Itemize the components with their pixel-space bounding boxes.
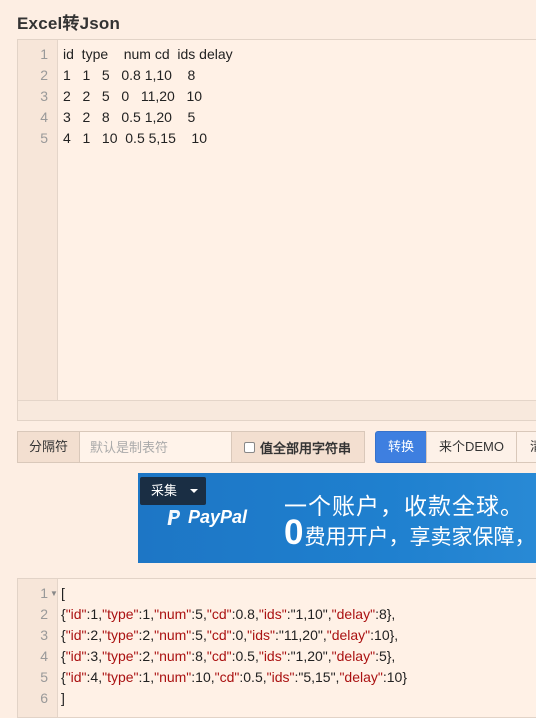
ad-collect-label: 采集: [151, 483, 178, 498]
caret-down-icon: [190, 489, 198, 493]
line-number: 1: [40, 585, 48, 601]
ad-collect-dropdown[interactable]: 采集: [140, 477, 206, 505]
json-line: ]: [61, 690, 65, 706]
output-editor[interactable]: 1 ▼ [ 2 {"id":1,"type":1,"num":5,"cd":0.…: [17, 578, 536, 718]
json-line: {"id":2,"type":2,"num":5,"cd":0,"ids":"1…: [61, 627, 399, 643]
clear-button[interactable]: 清: [516, 431, 536, 463]
paypal-brand: PayPal: [188, 507, 248, 527]
code-line: 4 1 10 0.5 5,15 10: [63, 130, 207, 146]
line-number: 4: [40, 648, 48, 664]
demo-button[interactable]: 来个DEMO: [426, 431, 517, 463]
all-string-label: 值全部用字符串: [260, 440, 352, 456]
line-number: 3: [40, 88, 48, 104]
code-line: 1 1 5 0.8 1,10 8: [63, 67, 196, 83]
ad-subline: 0 费用开户，享卖家保障，: [284, 515, 535, 551]
separator-label: 分隔符: [17, 431, 80, 463]
line-number: 2: [40, 67, 48, 83]
page-title: Excel转Json: [17, 14, 121, 33]
line-number: 4: [40, 109, 48, 125]
json-line: {"id":3,"type":2,"num":8,"cd":0.5,"ids":…: [61, 648, 396, 664]
horizontal-scrollbar[interactable]: [18, 400, 536, 420]
ad-subline-text: 费用开户，享卖家保障，: [304, 526, 536, 549]
paypal-icon: [167, 509, 181, 525]
code-line: 2 2 5 0 11,20 10: [63, 88, 203, 104]
line-number: 6: [40, 690, 48, 706]
input-editor[interactable]: 1 id type num cd ids delay 2 1 1 5 0.8 1…: [17, 39, 536, 421]
line-number: 1: [40, 46, 48, 62]
all-string-toggle[interactable]: 值全部用字符串: [231, 431, 365, 463]
json-line: {"id":4,"type":1,"num":10,"cd":0.5,"ids"…: [61, 669, 407, 685]
convert-button[interactable]: 转换: [375, 431, 427, 463]
line-number: 5: [40, 130, 48, 146]
fold-arrow-icon[interactable]: ▼: [50, 583, 58, 604]
ad-subline-number: 0: [284, 513, 304, 552]
json-line: {"id":1,"type":1,"num":5,"cd":0.8,"ids":…: [61, 606, 396, 622]
line-number: 2: [40, 606, 48, 622]
all-string-checkbox[interactable]: [244, 441, 255, 453]
code-line: 3 2 8 0.5 1,20 5: [63, 109, 196, 125]
ad-banner[interactable]: 采集 PayPal 一个账户，收款全球。 0 费用开户，享卖家保障，: [138, 473, 536, 563]
separator-input[interactable]: [79, 431, 232, 463]
paypal-logo: PayPal: [166, 507, 247, 528]
json-line: [: [61, 585, 65, 601]
line-number: 5: [40, 669, 48, 685]
code-line: id type num cd ids delay: [63, 46, 233, 62]
line-number: 3: [40, 627, 48, 643]
